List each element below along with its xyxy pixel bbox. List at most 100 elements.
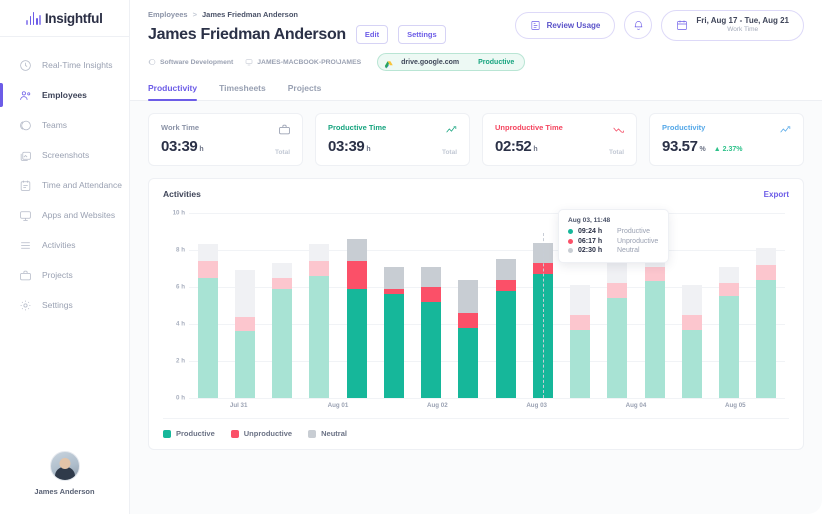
chart-bar-segment-unproductive xyxy=(234,316,255,332)
chart-bar-slot[interactable] xyxy=(264,213,301,398)
tooltip-label: Unproductive xyxy=(617,237,659,245)
device-meta: JAMES-MACBOOK-PRO\JAMES xyxy=(245,58,361,66)
export-button[interactable]: Export xyxy=(764,190,789,199)
chart-bar-slot[interactable] xyxy=(301,213,338,398)
chart-bar[interactable] xyxy=(272,262,293,398)
chart-bar-segment-unproductive xyxy=(346,261,367,289)
chart-hover-line xyxy=(542,232,544,398)
main-area: Employees > James Friedman Anderson Jame… xyxy=(130,0,822,514)
tooltip-label: Productive xyxy=(617,228,651,235)
chart-bar-segment-neutral xyxy=(272,262,293,278)
chart-bar[interactable] xyxy=(458,279,479,398)
stat-card-productive-time: Productive Time 03:39 h Total xyxy=(315,113,470,166)
chart-bar-segment-neutral xyxy=(607,262,628,284)
chart-bar[interactable] xyxy=(197,244,218,398)
sidebar-item-projects[interactable]: Projects xyxy=(0,261,129,289)
chart-bar-slot[interactable] xyxy=(711,213,748,398)
chart-bar-slot[interactable] xyxy=(226,213,263,398)
date-range-picker[interactable]: Fri, Aug 17 - Tue, Aug 21 Work Time xyxy=(661,10,804,41)
review-usage-button[interactable]: Review Usage xyxy=(514,11,616,39)
chart-bar[interactable] xyxy=(756,248,777,398)
sidebar-item-teams[interactable]: Teams xyxy=(0,111,129,139)
current-app-chip[interactable]: drive.google.com Productive xyxy=(377,53,526,71)
chart-bar-segment-neutral xyxy=(309,244,330,262)
chart-bar-slot[interactable] xyxy=(748,213,785,398)
chart-bar-slot[interactable] xyxy=(673,213,710,398)
chart-bar[interactable] xyxy=(309,244,330,398)
stat-card-label: Productive Time xyxy=(328,123,387,132)
sidebar-item-label: Real-Time Insights xyxy=(42,60,113,70)
tooltip-value: 09:24 h xyxy=(578,228,603,235)
chart-bar-slot[interactable] xyxy=(375,213,412,398)
tooltip-dot-productive xyxy=(568,229,573,234)
chart-bar[interactable] xyxy=(644,251,665,398)
chart-bar-segment-neutral xyxy=(197,244,218,262)
chart-bar-segment-neutral xyxy=(570,285,591,315)
edit-button[interactable]: Edit xyxy=(355,25,389,44)
chart-bar[interactable] xyxy=(532,232,553,398)
chart-bar-slot[interactable] xyxy=(450,213,487,398)
chart-bar-segment-neutral xyxy=(346,238,367,262)
x-axis-tick: Aug 01 xyxy=(327,402,349,409)
chart-bar-slot[interactable] xyxy=(524,213,561,398)
tab-timesheets[interactable]: Timesheets xyxy=(219,83,266,100)
legend-item-unproductive[interactable]: Unproductive xyxy=(230,429,292,438)
legend-item-neutral[interactable]: Neutral xyxy=(308,429,347,438)
logo-text: Insightful xyxy=(44,10,103,26)
tooltip-row: 09:24 h Productive xyxy=(568,228,658,235)
notifications-button[interactable] xyxy=(624,11,653,40)
chart-x-axis: Jul 31 Aug 01 Aug 02 Aug 03 Aug 04 Aug 05 xyxy=(189,402,785,416)
breadcrumb-employees[interactable]: Employees xyxy=(148,10,188,19)
sidebar-item-activities[interactable]: Activities xyxy=(0,231,129,259)
chart-bar[interactable] xyxy=(607,262,628,398)
sidebar-item-employees[interactable]: Employees xyxy=(0,81,129,109)
chart-bar-slot[interactable] xyxy=(338,213,375,398)
chart-bar-segment-productive xyxy=(607,298,628,398)
chart-bar-segment-unproductive xyxy=(756,264,777,280)
device-label: JAMES-MACBOOK-PRO\JAMES xyxy=(257,58,362,66)
sidebar-nav: Real-Time Insights Employees Teams Scree… xyxy=(0,37,129,321)
sidebar-user[interactable]: James Anderson xyxy=(0,451,129,496)
sidebar-item-screenshots[interactable]: Screenshots xyxy=(0,141,129,169)
sidebar-item-settings[interactable]: Settings xyxy=(0,291,129,319)
chart-bar-slot[interactable] xyxy=(487,213,524,398)
monitor-icon xyxy=(246,59,253,66)
tab-productivity[interactable]: Productivity xyxy=(148,83,198,101)
chart-bar-segment-productive xyxy=(458,327,479,398)
breadcrumb-separator: > xyxy=(192,10,197,19)
y-axis-tick: 0 h xyxy=(176,394,185,402)
stat-card-productivity: Productivity 93.57 % ▲ 2.37% xyxy=(649,113,804,166)
chart-bar[interactable] xyxy=(495,259,516,398)
chart-bar[interactable] xyxy=(719,266,740,398)
chart-bar-segment-unproductive xyxy=(272,277,293,289)
tab-projects[interactable]: Projects xyxy=(288,83,322,100)
stat-card-value: 03:39 xyxy=(161,138,198,155)
chart-bar-segment-productive xyxy=(495,290,516,398)
teams-icon xyxy=(18,118,32,132)
calendar-icon xyxy=(677,20,688,31)
chart-bar-slot[interactable] xyxy=(413,213,450,398)
legend-label: Neutral xyxy=(321,429,347,438)
chart-bar-segment-neutral xyxy=(681,285,702,315)
x-axis-tick: Aug 05 xyxy=(724,402,746,409)
chart-bar-segment-unproductive xyxy=(197,261,218,278)
chart-bar[interactable] xyxy=(234,270,255,398)
sidebar-item-apps-and-websites[interactable]: Apps and Websites xyxy=(0,201,129,229)
app-logo[interactable]: Insightful xyxy=(0,0,129,37)
chart-bar[interactable] xyxy=(681,285,702,398)
app-window: Insightful Real-Time Insights Employees … xyxy=(0,0,822,514)
chart-bar[interactable] xyxy=(346,238,367,398)
sidebar-item-label: Time and Attendance xyxy=(42,180,123,190)
settings-button[interactable]: Settings xyxy=(398,25,446,44)
chart-bar-slot[interactable] xyxy=(189,213,226,398)
chart-bar[interactable] xyxy=(421,266,442,398)
sidebar-item-label: Screenshots xyxy=(42,150,90,160)
header-actions: Review Usage Fri, Aug 17 - Tue, Aug 21 W… xyxy=(514,10,804,41)
sidebar-item-real-time-insights[interactable]: Real-Time Insights xyxy=(0,51,129,79)
chart-bar[interactable] xyxy=(383,266,404,398)
stat-card-total: Total xyxy=(274,149,290,156)
legend-swatch xyxy=(308,429,317,438)
legend-item-productive[interactable]: Productive xyxy=(163,429,215,438)
sidebar-item-time-and-attendance[interactable]: Time and Attendance xyxy=(0,171,129,199)
chart-bar[interactable] xyxy=(570,285,591,398)
